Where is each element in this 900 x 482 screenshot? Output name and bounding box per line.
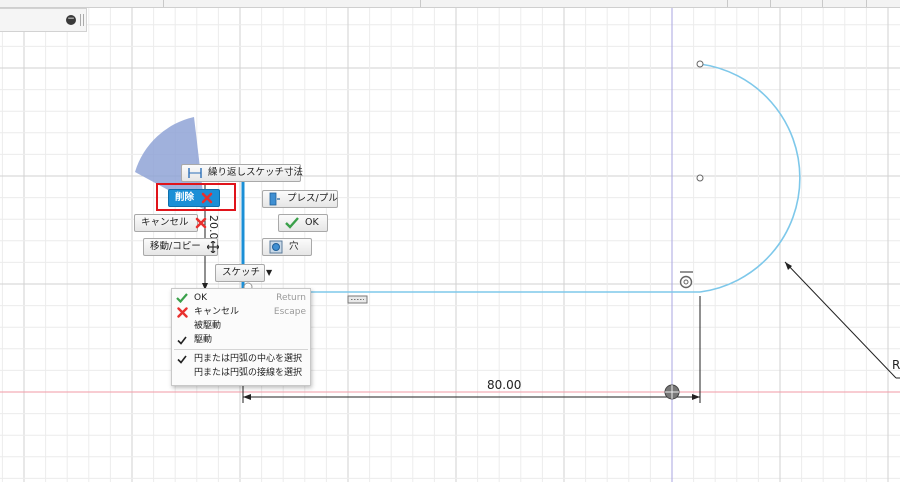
hole-icon (269, 240, 283, 254)
checkmark-icon (176, 292, 188, 304)
move-arrows-icon (206, 240, 219, 254)
panel-grip-icon[interactable] (80, 14, 84, 26)
check-icon (176, 334, 188, 346)
checkmark-icon (285, 216, 299, 230)
menu-item-label: 被駆動 (194, 321, 222, 331)
repeat-sketch-dimension-button[interactable]: 繰り返しスケッチ寸法 (181, 164, 304, 182)
ok-label: OK (305, 217, 319, 228)
collapse-icon[interactable]: − (66, 15, 76, 25)
toolbar-divider (420, 0, 421, 7)
move-copy-button[interactable]: 移動/コピー (143, 238, 219, 256)
delete-x-icon (200, 191, 213, 205)
toolbar-divider (770, 0, 771, 7)
move-copy-label: 移動/コピー (150, 241, 201, 252)
cancel-x-icon (195, 216, 207, 230)
context-menu-item-driving[interactable]: 駆動 (172, 333, 310, 347)
tangent-constraint-icon[interactable] (679, 271, 693, 289)
menu-item-label: キャンセル (194, 307, 240, 317)
context-menu-item-cancel[interactable]: キャンセル Escape (172, 305, 310, 319)
sketch-canvas[interactable] (0, 0, 900, 482)
dropdown-triangle-icon: ▼ (266, 268, 273, 277)
delete-button[interactable]: 削除 (168, 189, 220, 207)
dimension-arrow-icon (692, 394, 700, 400)
horizontal-constraint-icon[interactable] (347, 295, 368, 304)
menu-item-label: 円または円弧の中心を選択 (194, 354, 303, 364)
dimension-arrow-icon (243, 394, 251, 400)
press-pull-label: プレス/プル (287, 193, 338, 204)
browser-panel-row: − (0, 8, 87, 32)
menu-shortcut: Return (276, 293, 306, 303)
toolbar-divider (822, 0, 823, 7)
menu-shortcut: Escape (273, 307, 306, 317)
menu-divider (174, 349, 308, 350)
hole-button[interactable]: 穴 (262, 238, 312, 256)
arc-center-point[interactable] (696, 174, 704, 182)
cancel-label: キャンセル (141, 217, 189, 228)
context-menu-item-driven[interactable]: 被駆動 (172, 319, 310, 333)
sketch-label: スケッチ (222, 267, 261, 278)
toolbar-divider (163, 0, 164, 7)
repeat-sketch-dimension-label: 繰り返しスケッチ寸法 (208, 167, 304, 178)
toolbar-strip (0, 0, 900, 8)
dimension-icon (188, 166, 202, 180)
press-pull-icon (269, 192, 281, 206)
hole-label: 穴 (289, 241, 299, 252)
horizontal-dimension-value[interactable]: 80.00 (487, 378, 521, 392)
check-icon (176, 353, 188, 365)
toolbar-divider (866, 0, 867, 7)
ok-button[interactable]: OK (278, 214, 328, 232)
menu-item-label: 駆動 (194, 335, 213, 345)
sketch-dropdown-button[interactable]: スケッチ ▼ (215, 264, 272, 282)
vertical-dimension-value[interactable]: 20.0 (207, 215, 220, 240)
cancel-button[interactable]: キャンセル (134, 214, 206, 232)
delete-label: 削除 (175, 192, 195, 203)
context-menu-item-select-tangent[interactable]: 円または円弧の接線を選択 (172, 366, 310, 380)
radius-dimension-value[interactable]: R (892, 358, 900, 372)
menu-item-label: OK (194, 293, 207, 303)
context-menu-item-select-center[interactable]: 円または円弧の中心を選択 (172, 352, 310, 366)
grid (0, 0, 900, 482)
press-pull-button[interactable]: プレス/プル (262, 190, 338, 208)
cancel-x-icon (176, 306, 188, 318)
menu-item-label: 円または円弧の接線を選択 (194, 368, 303, 378)
context-menu: OK Return キャンセル Escape 被駆動 駆動 円または円弧の中心を… (171, 288, 311, 386)
toolbar-divider (727, 0, 728, 7)
arc-endpoint[interactable] (696, 60, 704, 68)
context-menu-item-ok[interactable]: OK Return (172, 291, 310, 305)
